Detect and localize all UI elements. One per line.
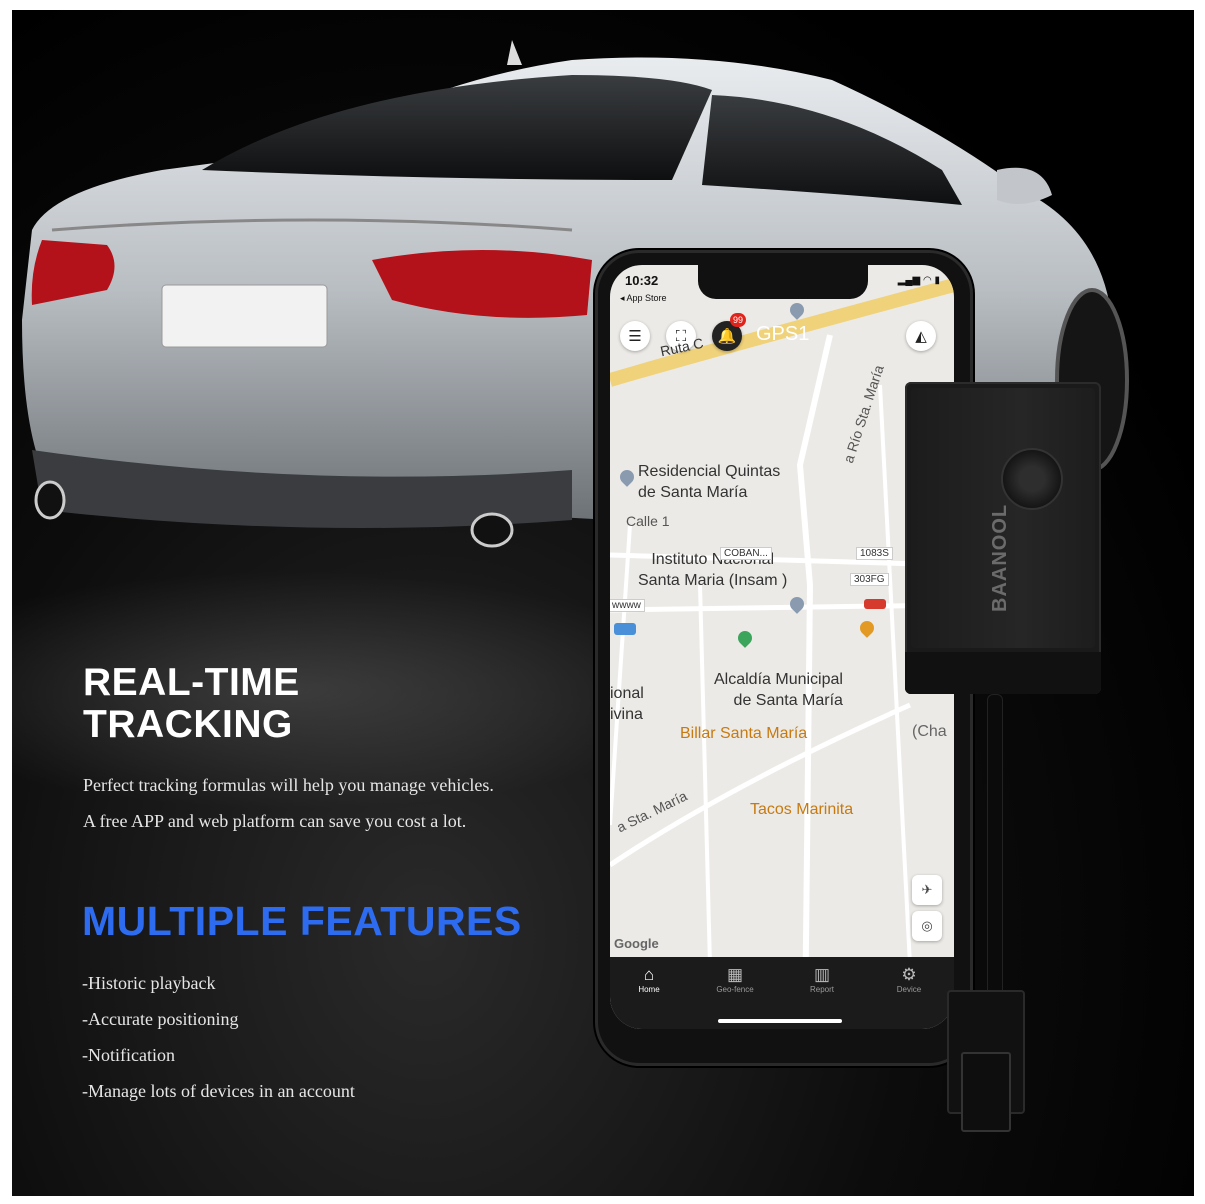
headline: REAL-TIME TRACKING [83, 662, 300, 746]
map-label-ional: ional ivina [610, 685, 644, 723]
avatar[interactable]: ◭ [906, 321, 936, 351]
vehicle-tag[interactable]: 1083S [856, 547, 893, 560]
satellite-icon[interactable]: ✈ [912, 875, 942, 905]
tab-device[interactable]: ⚙ Device [874, 965, 944, 994]
vehicle-tag[interactable]: 303FG [850, 573, 889, 586]
device-icon: ⚙ [901, 965, 917, 984]
tab-label: Report [809, 985, 834, 994]
map-label-alcaldia: Alcaldía Municipal de Santa María [714, 671, 843, 709]
tab-label: Device [896, 985, 922, 994]
tab-label: Home [638, 985, 660, 994]
map-label-billar: Billar Santa María [680, 725, 808, 742]
vehicle-tag[interactable]: wwww [610, 599, 645, 612]
feature-item: -Manage lots of devices in an account [82, 1081, 355, 1101]
map-label-tacos: Tacos Marinita [750, 801, 854, 818]
tab-report[interactable]: ▥ Report [787, 965, 857, 994]
device-brand: BAANOOL [989, 503, 1011, 612]
device-base [905, 652, 1101, 694]
description-line1: Perfect tracking formulas will help you … [83, 775, 494, 795]
device-cable [987, 694, 1003, 996]
connector-plug [961, 1052, 1011, 1132]
tab-geofence[interactable]: ▦ Geo-fence [700, 965, 770, 994]
vehicle-tag[interactable]: COBAN... [720, 547, 772, 560]
product-banner: REAL-TIME TRACKING Perfect tracking form… [12, 10, 1194, 1196]
locate-icon[interactable]: ◎ [912, 911, 942, 941]
vehicle-icon[interactable] [864, 599, 886, 609]
map-label-calle: Calle 1 [626, 513, 670, 529]
gps-title: GPS1 [756, 323, 810, 345]
notification-badge: 99 [730, 313, 746, 327]
status-time: 10:32 [625, 273, 659, 288]
device-connector [947, 990, 1025, 1132]
menu-icon[interactable]: ☰ [620, 321, 650, 351]
gps-tracker-device: BAANOOL [905, 382, 1101, 694]
map-roads [610, 278, 954, 1029]
description-line2: A free APP and web platform can save you… [83, 811, 467, 831]
feature-item: -Historic playback [82, 973, 216, 993]
geofence-icon: ▦ [726, 965, 744, 984]
status-icons: ▂▄▆ ◠ ▮ [897, 275, 940, 286]
google-logo: Google [614, 936, 659, 951]
bottom-tab-bar: ⌂ Home ▦ Geo-fence ▥ Report ⚙ Device [610, 957, 954, 1029]
report-icon: ▥ [813, 965, 831, 984]
back-to-app-store[interactable]: ◂ App Store [620, 293, 667, 304]
home-indicator [718, 1019, 842, 1023]
tab-home[interactable]: ⌂ Home [614, 965, 684, 994]
phone-notch [698, 265, 868, 299]
phone-screen: 10:32 ◂ App Store ▂▄▆ ◠ ▮ ☰ ⛶ 🔔 99 GPS1 … [610, 265, 954, 1029]
map-label-cha: (Cha [912, 723, 947, 740]
headline-line2: TRACKING [83, 703, 293, 746]
home-icon: ⌂ [643, 965, 655, 984]
tab-label: Geo-fence [716, 985, 754, 994]
headline-line1: REAL-TIME [83, 661, 300, 704]
vehicle-icon[interactable] [614, 623, 636, 635]
features-title: MULTIPLE FEATURES [82, 898, 522, 944]
device-button [1001, 448, 1063, 510]
map-label-residencial: Residencial Quintas de Santa María [638, 463, 781, 501]
feature-item: -Accurate positioning [82, 1009, 239, 1029]
feature-item: -Notification [82, 1045, 175, 1065]
